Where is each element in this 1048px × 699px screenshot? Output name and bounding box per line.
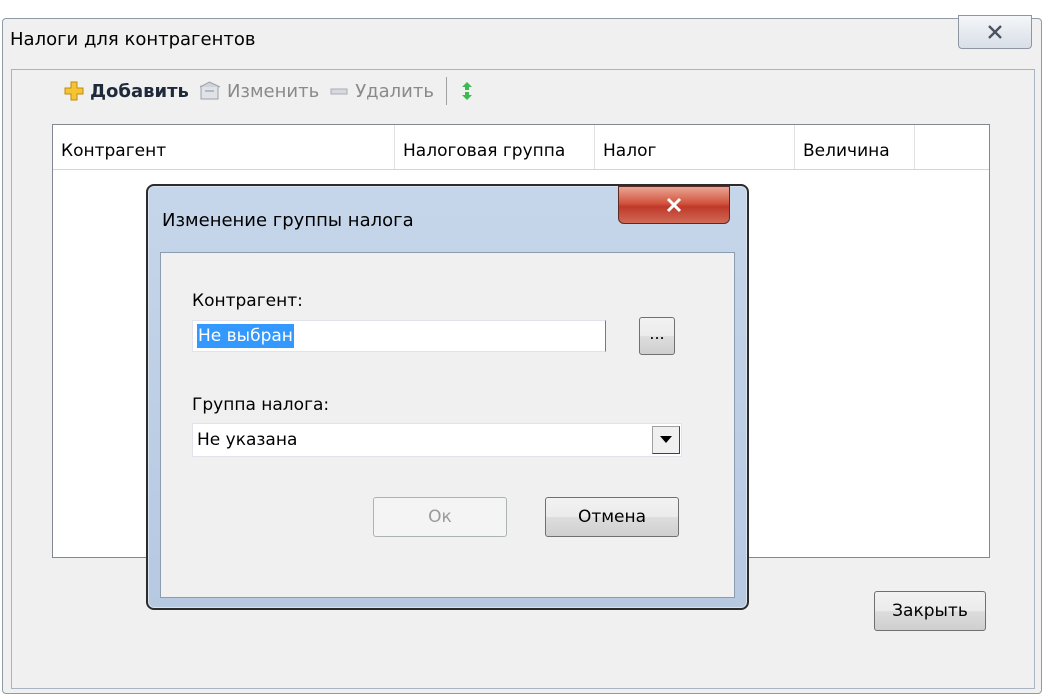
counterparty-input[interactable]: Не выбран bbox=[192, 320, 606, 352]
dialog-title: Изменение группы налога bbox=[162, 210, 414, 231]
dialog-close-button[interactable] bbox=[618, 186, 730, 224]
cancel-button[interactable]: Отмена bbox=[545, 497, 679, 537]
edit-button[interactable]: Изменить bbox=[199, 81, 319, 102]
delete-label: Удалить bbox=[355, 80, 434, 102]
close-icon bbox=[666, 197, 682, 213]
window-title: Налоги для контрагентов bbox=[10, 29, 256, 50]
refresh-button[interactable] bbox=[459, 81, 481, 101]
counterparty-label: Контрагент: bbox=[192, 291, 303, 311]
column-header-tax[interactable]: Налог bbox=[595, 125, 795, 169]
toolbar: Добавить Изменить Удалить bbox=[64, 76, 491, 106]
tax-group-select[interactable]: Не указана bbox=[192, 423, 682, 457]
edit-label: Изменить bbox=[226, 80, 320, 102]
dialog-body: Контрагент: Не выбран ... Группа налога:… bbox=[160, 252, 735, 598]
ok-button[interactable]: Ок bbox=[373, 497, 507, 537]
tax-group-label: Группа налога: bbox=[192, 395, 330, 415]
add-button[interactable]: Добавить bbox=[64, 81, 189, 102]
dropdown-arrow-icon bbox=[660, 436, 672, 443]
counterparty-value: Не выбран bbox=[197, 324, 294, 348]
add-label: Добавить bbox=[90, 80, 189, 102]
minus-icon bbox=[329, 81, 349, 101]
column-header-tax-group[interactable]: Налоговая группа bbox=[395, 125, 595, 169]
column-header-filler bbox=[915, 125, 989, 169]
refresh-icon bbox=[459, 81, 475, 101]
delete-button[interactable]: Удалить bbox=[329, 81, 434, 102]
close-button[interactable]: Закрыть bbox=[874, 591, 986, 631]
window-close-button[interactable] bbox=[958, 15, 1032, 49]
tax-group-value: Не указана bbox=[197, 430, 298, 450]
column-header-counterparty[interactable]: Контрагент bbox=[53, 125, 395, 169]
toolbar-separator bbox=[445, 77, 447, 105]
edit-tax-group-dialog: Изменение группы налога Контрагент: Не в… bbox=[146, 184, 749, 610]
column-header-amount[interactable]: Величина bbox=[795, 125, 915, 169]
dropdown-arrow-button[interactable] bbox=[652, 426, 680, 454]
edit-icon bbox=[199, 81, 221, 101]
plus-icon bbox=[64, 81, 84, 101]
grid-header: Контрагент Налоговая группа Налог Величи… bbox=[53, 125, 989, 170]
browse-button[interactable]: ... bbox=[639, 317, 675, 355]
close-icon bbox=[988, 25, 1002, 39]
